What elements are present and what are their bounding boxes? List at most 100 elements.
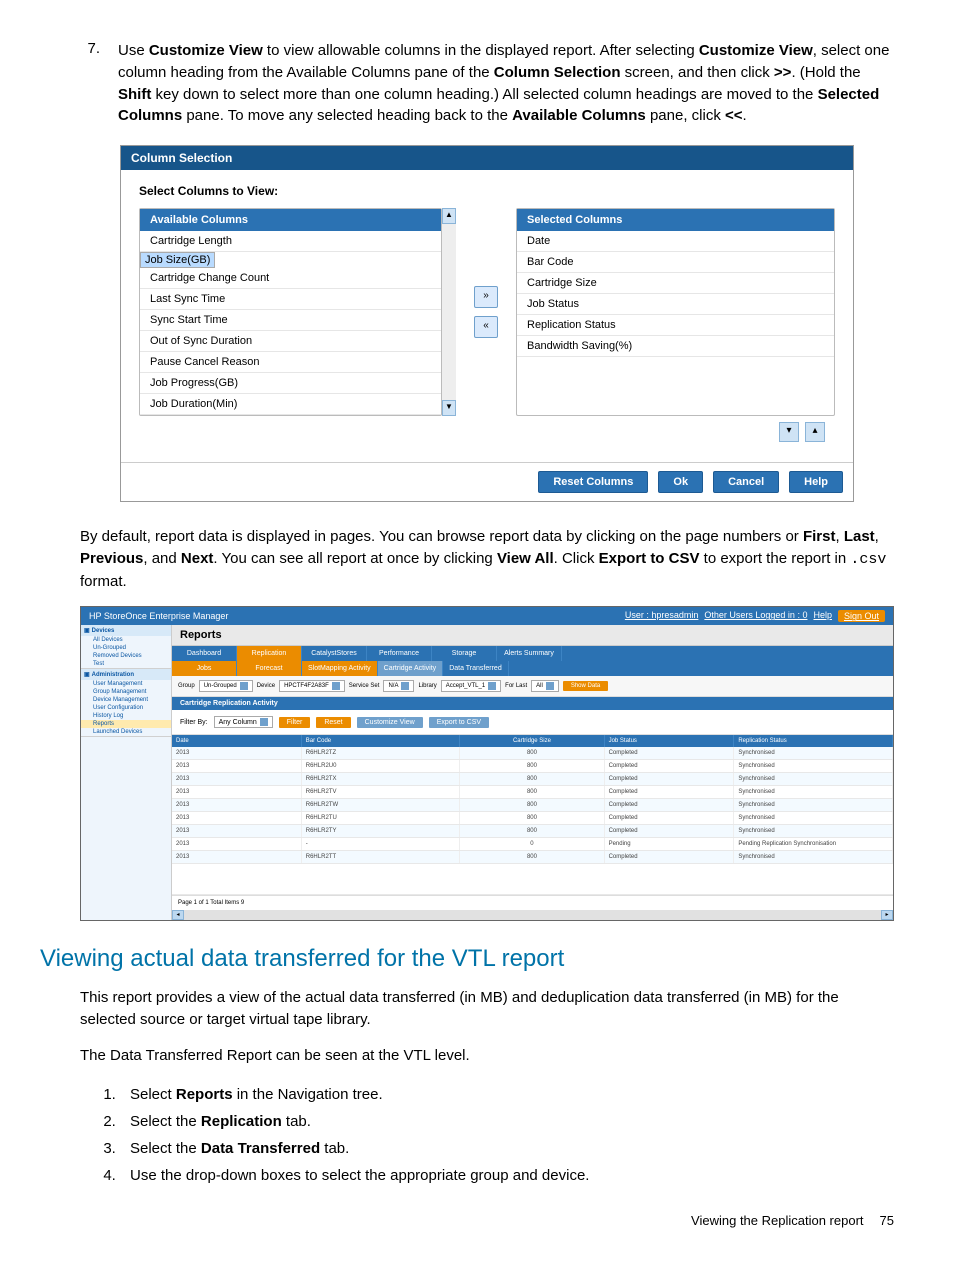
filterby-select[interactable]: Any Column xyxy=(214,716,273,728)
other-users[interactable]: Other Users Logged in : 0 xyxy=(704,610,807,622)
export-csv-button[interactable]: Export to CSV xyxy=(429,717,489,728)
show-data-button[interactable]: Show Data xyxy=(563,681,608,691)
sidebar-item[interactable]: Launched Devices xyxy=(81,728,171,736)
l: For Last xyxy=(505,683,527,689)
table-row[interactable]: 2013R6HLR2TX800CompletedSynchronised xyxy=(172,773,893,786)
tab[interactable]: Performance xyxy=(367,646,432,661)
tab[interactable]: CatalystStores xyxy=(302,646,367,661)
grid-footer: Page 1 of 1 Total Items 9 xyxy=(172,895,893,910)
selected-column-item[interactable]: Date xyxy=(517,231,834,252)
sidebar-item[interactable]: Device Management xyxy=(81,696,171,704)
sidebar-item[interactable]: Group Management xyxy=(81,688,171,696)
available-column-item[interactable]: Out of Sync Duration xyxy=(140,331,441,352)
sidebar-item[interactable]: History Log xyxy=(81,712,171,720)
chevron-down-icon xyxy=(488,682,496,690)
t: to export the report in xyxy=(699,550,850,567)
tab[interactable]: Storage xyxy=(432,646,497,661)
move-down-button[interactable]: ▾ xyxy=(779,422,799,442)
filter-button[interactable]: Filter xyxy=(279,717,311,728)
l: Group xyxy=(178,683,195,689)
help-link[interactable]: Help xyxy=(813,610,832,622)
table-row[interactable]: 2013-0PendingPending Replication Synchro… xyxy=(172,838,893,851)
cell: 2013 xyxy=(172,838,302,850)
sidebar-devices[interactable]: ▣Devices xyxy=(81,625,171,636)
tab[interactable]: Replication xyxy=(237,646,302,661)
table-row[interactable]: 2013R6HLR2TY800CompletedSynchronised xyxy=(172,825,893,838)
scroll-left-icon[interactable]: ◂ xyxy=(172,910,184,920)
table-row[interactable]: 2013R6HLR2TU800CompletedSynchronised xyxy=(172,812,893,825)
reset-columns-button[interactable]: Reset Columns xyxy=(538,471,648,493)
l: Service Set xyxy=(349,683,380,689)
scroll-up-icon[interactable]: ▲ xyxy=(442,208,456,224)
sidebar-admin[interactable]: ▣Administration xyxy=(81,669,171,680)
table-row[interactable]: 2013R6HLR2TV800CompletedSynchronised xyxy=(172,786,893,799)
t: Previous xyxy=(80,550,143,567)
sidebar-item[interactable]: Reports xyxy=(81,720,171,728)
group-select[interactable]: Un-Grouped xyxy=(199,680,253,692)
scroll-right-icon[interactable]: ▸ xyxy=(881,910,893,920)
sidebar-item[interactable]: User Management xyxy=(81,680,171,688)
subtab[interactable]: Jobs xyxy=(172,661,237,676)
l: Filter By: xyxy=(180,719,208,726)
selected-column-item[interactable]: Cartridge Size xyxy=(517,273,834,294)
forlast-select[interactable]: All xyxy=(531,680,559,692)
tab[interactable]: Dashboard xyxy=(172,646,237,661)
available-column-item[interactable]: Cartridge Change Count xyxy=(140,268,441,289)
col-repstatus[interactable]: Replication Status xyxy=(734,735,893,747)
sidebar-item[interactable]: User Configuration xyxy=(81,704,171,712)
subtab[interactable]: Data Transferred xyxy=(443,661,509,676)
col-barcode[interactable]: Bar Code xyxy=(302,735,461,747)
table-row[interactable]: 2013R6HLR2TZ800CompletedSynchronised xyxy=(172,747,893,760)
available-column-item[interactable]: Sync Start Time xyxy=(140,310,441,331)
scroll-down-icon[interactable]: ▼ xyxy=(442,400,456,416)
col-date[interactable]: Date xyxy=(172,735,302,747)
selected-column-item[interactable]: Job Status xyxy=(517,294,834,315)
col-jobstatus[interactable]: Job Status xyxy=(605,735,735,747)
cell: 800 xyxy=(460,851,604,863)
move-up-button[interactable]: ▴ xyxy=(805,422,825,442)
table-row[interactable]: 2013R6HLR2U0800CompletedSynchronised xyxy=(172,760,893,773)
cell: 800 xyxy=(460,747,604,759)
cancel-button[interactable]: Cancel xyxy=(713,471,779,493)
reports-title: Reports xyxy=(172,625,893,646)
move-left-button[interactable]: « xyxy=(474,316,498,338)
signout-button[interactable]: Sign Out xyxy=(838,610,885,622)
available-column-item[interactable]: Cartridge Length xyxy=(140,231,441,252)
table-row[interactable]: 2013R6HLR2TW800CompletedSynchronised xyxy=(172,799,893,812)
available-column-item[interactable]: Job Size(GB) xyxy=(140,252,215,268)
t: Customize View xyxy=(699,42,813,59)
cell: Synchronised xyxy=(734,851,893,863)
selected-column-item[interactable]: Replication Status xyxy=(517,315,834,336)
sidebar-item[interactable]: Test xyxy=(81,660,171,668)
reset-button[interactable]: Reset xyxy=(316,717,350,728)
cell: 0 xyxy=(460,838,604,850)
device-select[interactable]: HPCTF4F2A83F xyxy=(279,680,345,692)
selected-column-item[interactable]: Bandwidth Saving(%) xyxy=(517,336,834,357)
available-column-item[interactable]: Pause Cancel Reason xyxy=(140,352,441,373)
col-size[interactable]: Cartridge Size xyxy=(460,735,604,747)
cell: Completed xyxy=(605,851,735,863)
subtab[interactable]: Forecast xyxy=(237,661,302,676)
library-select[interactable]: Accept_VTL_1 xyxy=(441,680,501,692)
t: format. xyxy=(80,573,127,590)
section-p2: The Data Transferred Report can be seen … xyxy=(80,1045,894,1067)
t: << xyxy=(725,107,743,124)
section-p1: This report provides a view of the actua… xyxy=(80,987,894,1031)
selected-column-item[interactable]: Bar Code xyxy=(517,252,834,273)
subtab[interactable]: Cartridge Activity xyxy=(378,661,444,676)
sidebar-item[interactable]: Removed Devices xyxy=(81,652,171,660)
cell: Synchronised xyxy=(734,773,893,785)
tab[interactable]: Alerts Summary xyxy=(497,646,562,661)
move-right-button[interactable]: » xyxy=(474,286,498,308)
help-button[interactable]: Help xyxy=(789,471,843,493)
customize-view-button[interactable]: Customize View xyxy=(357,717,423,728)
sidebar-item[interactable]: All Devices xyxy=(81,636,171,644)
serviceset-select[interactable]: N/A xyxy=(383,680,414,692)
table-row[interactable]: 2013R6HLR2TT800CompletedSynchronised xyxy=(172,851,893,864)
available-column-item[interactable]: Job Progress(GB) xyxy=(140,373,441,394)
available-column-item[interactable]: Job Duration(Min) xyxy=(140,394,441,415)
sidebar-item[interactable]: Un-Grouped xyxy=(81,644,171,652)
subtab[interactable]: SlotMapping Activity xyxy=(302,661,378,676)
ok-button[interactable]: Ok xyxy=(658,471,703,493)
available-column-item[interactable]: Last Sync Time xyxy=(140,289,441,310)
